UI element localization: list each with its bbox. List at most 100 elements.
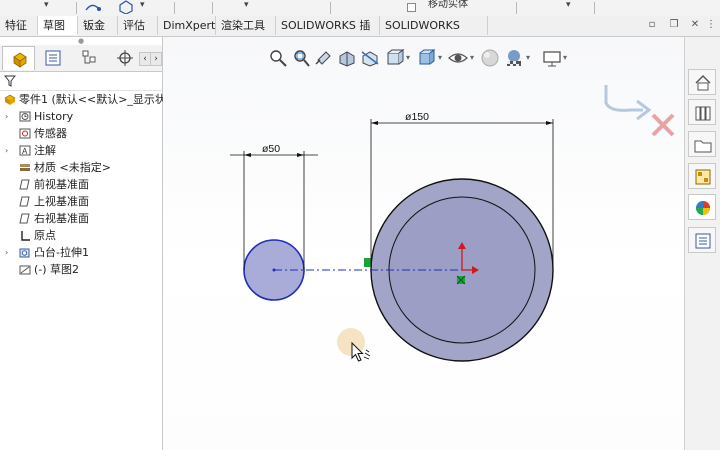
folder-icon <box>694 140 712 153</box>
tree-item-sensors[interactable]: 传感器 <box>0 125 162 142</box>
tab-dimxpert-manager[interactable] <box>108 46 138 70</box>
tab-render-tools[interactable]: 渲染工具 <box>216 16 276 35</box>
material-icon <box>20 164 30 171</box>
tree-item-material[interactable]: 材质 <未指定> <box>0 159 162 176</box>
ribbon-top-strip: ▾ ▾ ▾ 移动实体 ▾ <box>0 0 720 17</box>
tab-features[interactable]: 特征 <box>0 16 38 35</box>
tree-item-label: (-) 草图2 <box>34 263 80 276</box>
task-pane <box>684 37 720 450</box>
tab-solidworks-addins[interactable]: SOLIDWORKS 插件 <box>276 16 380 51</box>
feature-manager-panel: ● ‹ › 零件1 (默认<<默认>_显示状 › History 传感器 › A… <box>0 37 166 450</box>
task-pane-view-palette-button[interactable] <box>688 163 716 189</box>
svg-text:A: A <box>22 147 28 156</box>
tab-feature-tree[interactable] <box>2 46 35 70</box>
design-library-icon <box>695 106 711 121</box>
history-icon <box>19 111 31 122</box>
panel-grip-icon[interactable]: ● <box>0 37 162 45</box>
tree-item-sketch2[interactable]: (-) 草图2 <box>0 261 162 278</box>
separator <box>174 2 175 14</box>
expand-arrow-icon[interactable]: › <box>5 108 8 125</box>
dropdown-caret-icon[interactable]: ▾ <box>566 0 571 10</box>
separator <box>594 2 595 14</box>
plane-icon <box>19 213 30 224</box>
tab-dimxpert[interactable]: DimXpert <box>158 16 216 35</box>
expand-arrow-icon[interactable]: › <box>5 142 8 159</box>
more-icon[interactable]: ⋮ <box>706 19 716 30</box>
tree-item-label: 传感器 <box>34 127 67 140</box>
tab-solidworks-mbd[interactable]: SOLIDWORKS MBD <box>380 16 488 51</box>
small-circle-center-point[interactable] <box>272 268 276 272</box>
separator <box>330 2 331 14</box>
task-pane-appearances-button[interactable] <box>688 194 716 220</box>
plane-icon <box>19 196 30 207</box>
coincident-relation-icon[interactable] <box>364 258 371 267</box>
sketch-icon <box>19 265 31 275</box>
tree-item-right-plane[interactable]: 右视基准面 <box>0 210 162 227</box>
tree-item-label: 注解 <box>34 144 56 157</box>
panel-tabs: ‹ › <box>0 45 162 72</box>
cancel-sketch-icon[interactable] <box>651 113 675 137</box>
task-pane-home-button[interactable] <box>688 69 716 95</box>
task-pane-file-explorer-button[interactable] <box>688 131 716 157</box>
tree-item-boss-extrude1[interactable]: › 凸台-拉伸1 <box>0 244 162 261</box>
tree-item-label: History <box>34 110 74 123</box>
tree-item-label: 原点 <box>34 229 56 242</box>
home-icon <box>695 75 711 91</box>
sensor-icon <box>19 128 31 139</box>
task-pane-custom-properties-button[interactable] <box>688 227 716 253</box>
appearances-icon <box>696 201 710 215</box>
tab-sheet-metal[interactable]: 钣金 <box>78 16 118 35</box>
tab-sketch[interactable]: 草图 <box>38 16 78 35</box>
plane-icon <box>19 179 30 190</box>
dimension-large-text[interactable]: ø150 <box>405 111 429 123</box>
feature-tree-icon <box>13 52 27 68</box>
move-body-label[interactable]: 移动实体 <box>428 0 468 10</box>
dimension-small-text[interactable]: ø50 <box>262 143 280 155</box>
separator <box>516 2 517 14</box>
tree-item-history[interactable]: › History <box>0 108 162 125</box>
tab-configuration-manager[interactable] <box>72 46 105 70</box>
tab-evaluate[interactable]: 评估 <box>118 16 158 35</box>
view-palette-icon <box>695 169 711 185</box>
dropdown-caret-icon[interactable]: ▾ <box>44 0 49 10</box>
dropdown-caret-icon[interactable]: ▾ <box>140 0 145 10</box>
extrude-icon <box>19 248 30 258</box>
annotation-icon: A <box>19 145 31 156</box>
tree-item-label: 前视基准面 <box>34 178 89 191</box>
tree-item-label: 材质 <未指定> <box>34 161 111 174</box>
dimxpert-manager-icon <box>117 50 133 66</box>
sketch-fillet-icon[interactable] <box>84 0 106 14</box>
separator <box>76 2 77 14</box>
expand-arrow-icon[interactable]: › <box>5 244 8 261</box>
feature-tree: 零件1 (默认<<默认>_显示状 › History 传感器 › A 注解材质 <未指定>… <box>0 91 166 278</box>
tree-root-part[interactable]: 零件1 (默认<<默认>_显示状 <box>0 91 166 108</box>
property-manager-icon <box>45 50 61 66</box>
polygon-icon[interactable] <box>118 0 134 14</box>
tree-item-annotations[interactable]: › A 注解 <box>0 142 162 159</box>
close-icon[interactable]: ✕ <box>690 19 700 30</box>
tree-item-origin[interactable]: 原点 <box>0 227 162 244</box>
restore-window-icon[interactable]: ❐ <box>669 19 679 30</box>
sketch-geometry: ø50 ø150 <box>230 85 675 362</box>
tree-item-top-plane[interactable]: 上视基准面 <box>0 193 162 210</box>
filter-icon[interactable] <box>4 75 16 87</box>
command-manager-tabs: 特征 草图 钣金 评估 DimXpert 渲染工具 SOLIDWORKS 插件 … <box>0 16 720 51</box>
separator <box>212 2 213 14</box>
configuration-manager-icon <box>82 50 96 64</box>
task-pane-design-library-button[interactable] <box>688 99 716 125</box>
custom-properties-icon <box>695 233 711 249</box>
panel-scroll-right-icon[interactable]: › <box>150 52 162 66</box>
tree-root-label: 零件1 (默认<<默认>_显示状 <box>19 93 166 106</box>
origin-icon <box>21 231 30 241</box>
filter-row <box>0 72 162 91</box>
collapse-icon[interactable]: ▫ <box>647 19 657 30</box>
exit-sketch-icon[interactable] <box>604 85 652 121</box>
tree-item-label: 凸台-拉伸1 <box>34 246 89 259</box>
tree-item-label: 右视基准面 <box>34 212 89 225</box>
tab-property-manager[interactable] <box>36 46 69 70</box>
part-icon <box>4 94 16 105</box>
tree-item-label: 上视基准面 <box>34 195 89 208</box>
dropdown-caret-icon[interactable]: ▾ <box>244 0 249 10</box>
move-body-checkbox[interactable] <box>407 3 416 12</box>
tree-item-front-plane[interactable]: 前视基准面 <box>0 176 162 193</box>
